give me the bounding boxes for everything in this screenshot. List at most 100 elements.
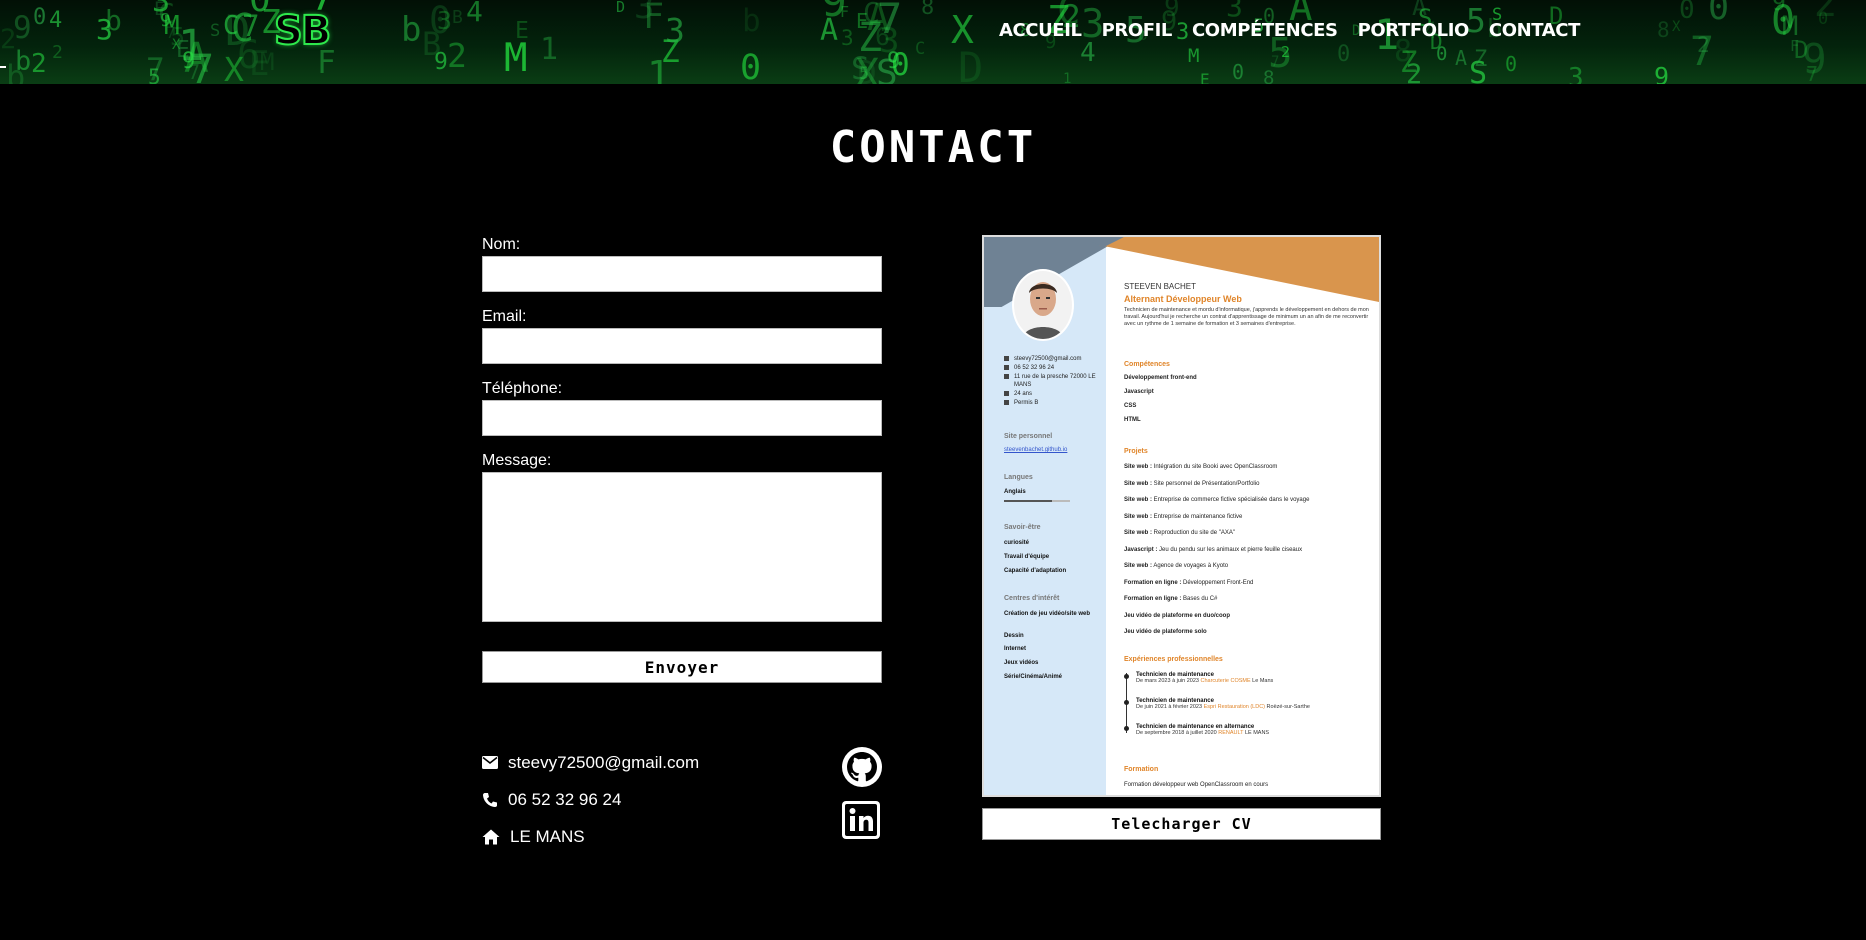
matrix-glyph: C: [223, 11, 239, 41]
contact-form: Nom: Email: Téléphone: Message: Envoyer: [482, 234, 882, 683]
matrix-glyph: 3: [665, 11, 685, 50]
matrix-glyph: 0: [1818, 9, 1828, 29]
cv-timeline-dot: [1124, 674, 1129, 679]
matrix-glyph: 2: [31, 49, 47, 79]
site-logo[interactable]: SB: [273, 7, 332, 55]
matrix-glyph: 7: [1806, 62, 1818, 84]
cv-languages-title: Langues: [1004, 474, 1033, 481]
cv-name: STEEVEN BACHET: [1124, 282, 1197, 291]
matrix-glyph: 2: [1406, 59, 1422, 84]
contact-email[interactable]: steevy72500@gmail.com: [508, 753, 699, 773]
matrix-glyph: 3: [634, 0, 654, 27]
cv-experience-item: Technicien de maintenance De mars 2023 à …: [1136, 672, 1274, 684]
matrix-glyph: E: [856, 9, 868, 33]
cv-project-item: Jeu vidéo de plateforme solo: [1124, 629, 1207, 635]
cv-experience-title: Expériences professionnelles: [1124, 656, 1223, 663]
matrix-glyph: 5: [148, 65, 161, 84]
message-textarea[interactable]: [482, 472, 882, 622]
cv-savoir-item: Capacité d'adaptation: [1004, 568, 1067, 574]
cv-project-item: Javascript : Jeu du pendu sur les animau…: [1124, 546, 1303, 553]
nav-contact[interactable]: CONTACT: [1489, 20, 1580, 41]
matrix-glyph: 9: [1654, 62, 1669, 84]
cv-timeline-dot: [1124, 726, 1129, 731]
cv-project-item: Site web : Agence de voyages à Kyoto: [1124, 563, 1229, 569]
nav-portfolio[interactable]: PORTFOLIO: [1358, 20, 1470, 41]
phone-label: Téléphone:: [482, 380, 563, 397]
contact-email-row: steevy72500@gmail.com: [482, 744, 699, 781]
cv-side-phone: 06 52 32 96 24: [1014, 365, 1055, 371]
matrix-glyph: A: [1455, 46, 1467, 70]
cv-side-contact: steevy72500@gmail.com 06 52 32 96 24 11 …: [1004, 355, 1102, 408]
cv-savoir-item: curiosité: [1004, 540, 1030, 546]
cv-project-item: Site web : Reproduction du site de "AXA": [1124, 530, 1235, 536]
cv-formation-title: Formation: [1124, 766, 1159, 773]
cv-preview[interactable]: steevy72500@gmail.com 06 52 32 96 24 11 …: [982, 235, 1381, 797]
matrix-glyph: D: [857, 53, 877, 84]
cv-interest-item: Dessin: [1004, 633, 1024, 639]
phone-icon: [483, 792, 497, 807]
matrix-glyph: 7: [242, 9, 259, 43]
cv-skills-title: Compétences: [1124, 361, 1170, 368]
cv-home-icon: [1004, 374, 1009, 379]
page-title: CONTACT: [829, 122, 1037, 173]
cv-savoir-item: Travail d'équipe: [1004, 554, 1050, 560]
cv-projects-title: Projets: [1124, 448, 1148, 455]
matrix-glyph: E: [515, 18, 529, 44]
matrix-glyph: 0: [740, 48, 761, 84]
matrix-glyph: 0: [1679, 0, 1695, 25]
send-button[interactable]: Envoyer: [482, 651, 882, 683]
github-icon[interactable]: [841, 746, 883, 788]
cv-interests-title: Centres d'intérêt: [1004, 595, 1060, 602]
linkedin-icon[interactable]: [842, 801, 880, 839]
matrix-glyph: b: [6, 58, 25, 84]
cv-role: Alternant Développeur Web: [1124, 294, 1242, 304]
matrix-glyph: S: [210, 21, 220, 41]
cv-project-item: Formation en ligne : Développement Front…: [1124, 579, 1254, 586]
matrix-glyph: D: [958, 43, 983, 84]
phone-input[interactable]: [482, 400, 882, 436]
cv-side-address: 11 rue de la presche 72000 LE MANS: [1014, 374, 1096, 388]
cv-card-icon: [1004, 400, 1009, 405]
cv-savoir-title: Savoir-être: [1004, 524, 1041, 531]
download-cv-button[interactable]: Telecharger CV: [982, 808, 1381, 840]
matrix-glyph: 0: [1708, 0, 1729, 28]
matrix-glyph: 0: [1232, 60, 1244, 84]
cv-side-license: Permis B: [1014, 400, 1039, 406]
envelope-icon: [482, 756, 498, 769]
matrix-glyph: 7: [877, 0, 902, 43]
cv-experience-item: Technicien de maintenance en alternance D…: [1136, 724, 1270, 736]
site-header: C739D5855FM3M8b9SX03809b0EAXXS9Z30F9DCD0…: [0, 0, 1866, 84]
cv-interest-item: Série/Cinéma/Animé: [1004, 674, 1063, 680]
cv-skill: Javascript: [1124, 389, 1154, 395]
cv-description: Technicien de maintenance et mordu d'inf…: [1124, 307, 1369, 327]
cv-calendar-icon: [1004, 391, 1009, 396]
cv-side-email: steevy72500@gmail.com: [1014, 356, 1082, 362]
matrix-glyph: 0: [33, 5, 46, 30]
cv-site-title: Site personnel: [1004, 433, 1053, 440]
matrix-glyph: 9: [821, 0, 847, 27]
contact-phone-row: 06 52 32 96 24: [482, 781, 699, 818]
matrix-glyph: 0: [891, 47, 910, 83]
cv-site-link[interactable]: steevenbachet.github.io: [1004, 447, 1067, 453]
matrix-glyph: M: [260, 48, 274, 76]
matrix-glyph: M: [1188, 45, 1199, 67]
email-input[interactable]: [482, 328, 882, 364]
nav-competences[interactable]: COMPÉTENCES: [1192, 20, 1338, 41]
name-input[interactable]: [482, 256, 882, 292]
matrix-glyph: 9: [1772, 0, 1786, 16]
cv-side-age: 24 ans: [1014, 391, 1033, 397]
matrix-glyph: 3: [841, 26, 854, 50]
nav-accueil[interactable]: ACCUEIL: [999, 20, 1082, 41]
matrix-glyph: 7: [190, 47, 214, 84]
email-label: Email:: [482, 308, 527, 325]
contact-phone[interactable]: 06 52 32 96 24: [508, 790, 621, 810]
cv-formation: Formation développeur web OpenClassroom …: [1124, 782, 1269, 788]
home-icon: [482, 829, 500, 844]
matrix-glyph: B: [452, 7, 463, 28]
nav-profil[interactable]: PROFIL: [1102, 20, 1173, 41]
matrix-glyph: D: [616, 0, 625, 16]
matrix-glyph: 8: [1657, 18, 1670, 42]
matrix-glyph: 3: [437, 6, 452, 35]
cv-project-item: Site web : Entreprise de maintenance fic…: [1124, 513, 1243, 520]
matrix-glyph: 0: [1337, 42, 1350, 67]
